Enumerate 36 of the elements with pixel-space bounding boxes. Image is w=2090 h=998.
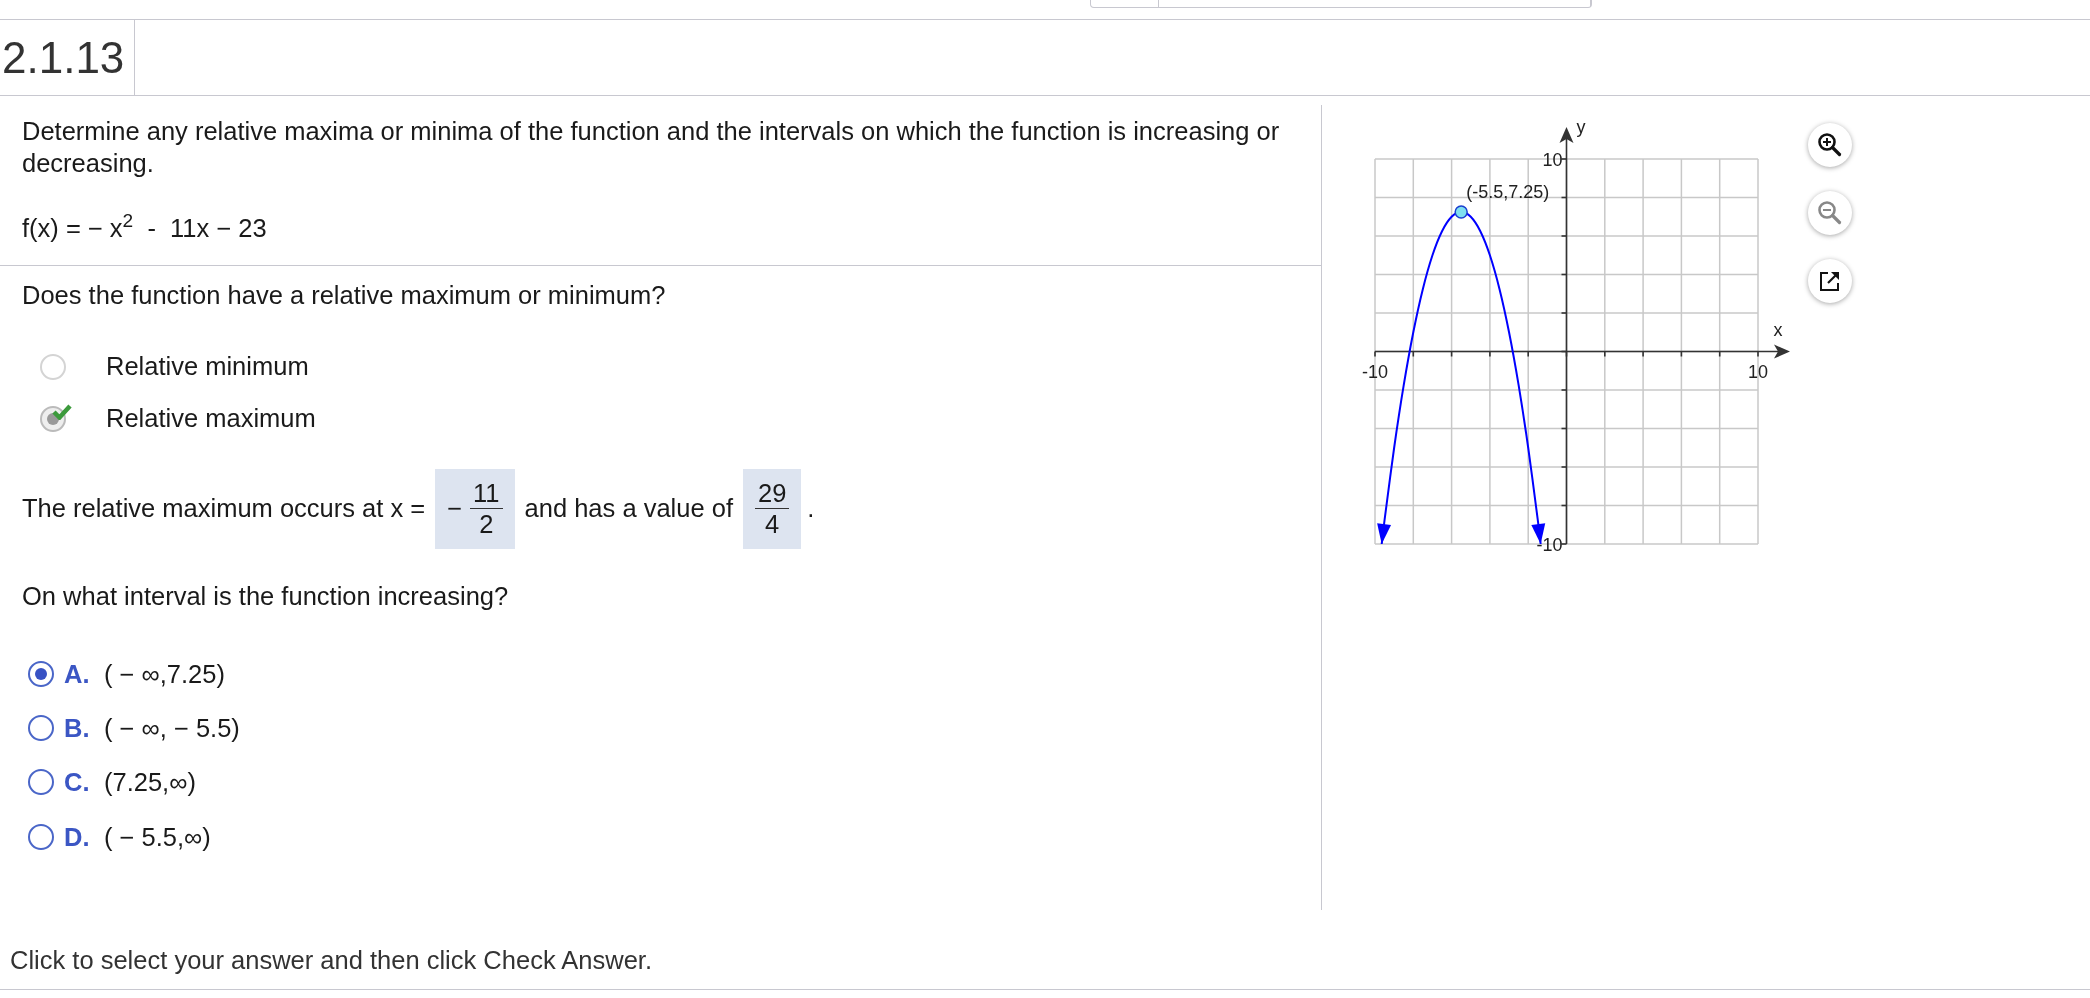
option-letter: A. xyxy=(64,658,91,690)
zoom-out-icon xyxy=(1817,200,1843,226)
axis-label: x xyxy=(1773,319,1783,340)
instructions-text: Determine any relative maxima or minima of the function and the intervals on which the function is increasing or decreasing. xyxy=(22,116,1281,179)
axis-label: y xyxy=(1576,117,1586,137)
option-label: Relative maximum xyxy=(106,403,316,435)
option-text: ( − ∞,7.25) xyxy=(104,658,225,690)
question-text: Does the function have a relative maximum or minimum? xyxy=(22,280,667,312)
option-letter: B. xyxy=(64,713,91,744)
external-link-icon xyxy=(1818,269,1842,293)
sentence-text: and has a value of xyxy=(524,493,733,525)
sentence-text: . xyxy=(807,493,815,525)
function-formula: f(x) = − x$^{2}$ - 11x − 23 xyxy=(22,209,268,244)
point-label: (-5.5,7.25) xyxy=(1466,181,1550,202)
zoom-in-button[interactable] xyxy=(1808,123,1852,167)
problem-number: 2.1.13 xyxy=(0,20,135,95)
footer-hint: Click to select your answer and then click Check Answer. xyxy=(10,944,653,976)
tick-label: 10 xyxy=(1748,361,1768,382)
open-external-button[interactable] xyxy=(1808,259,1852,303)
radio-button[interactable] xyxy=(28,715,54,742)
answer-box[interactable]: 29 4 xyxy=(743,468,802,549)
option-text: ( − 5.5,∞) xyxy=(104,821,211,853)
zoom-in-icon xyxy=(1817,132,1843,158)
option-text: (7.25,∞) xyxy=(104,767,196,799)
tick-label: 10 xyxy=(1542,150,1563,170)
option-letter: C. xyxy=(64,767,91,799)
option-letter: D. xyxy=(64,821,91,853)
sentence-text: The relative maximum occurs at x = xyxy=(22,493,426,525)
option-text: ( − ∞, − 5.5) xyxy=(104,713,240,744)
radio-button[interactable] xyxy=(28,823,54,850)
option-label: Relative minimum xyxy=(106,351,309,383)
radio-button[interactable] xyxy=(28,660,54,687)
radio-button[interactable] xyxy=(28,769,54,796)
zoom-out-button[interactable] xyxy=(1808,191,1852,235)
tick-label: -10 xyxy=(1536,535,1563,555)
question-text: On what interval is the function increasing? xyxy=(22,580,510,612)
